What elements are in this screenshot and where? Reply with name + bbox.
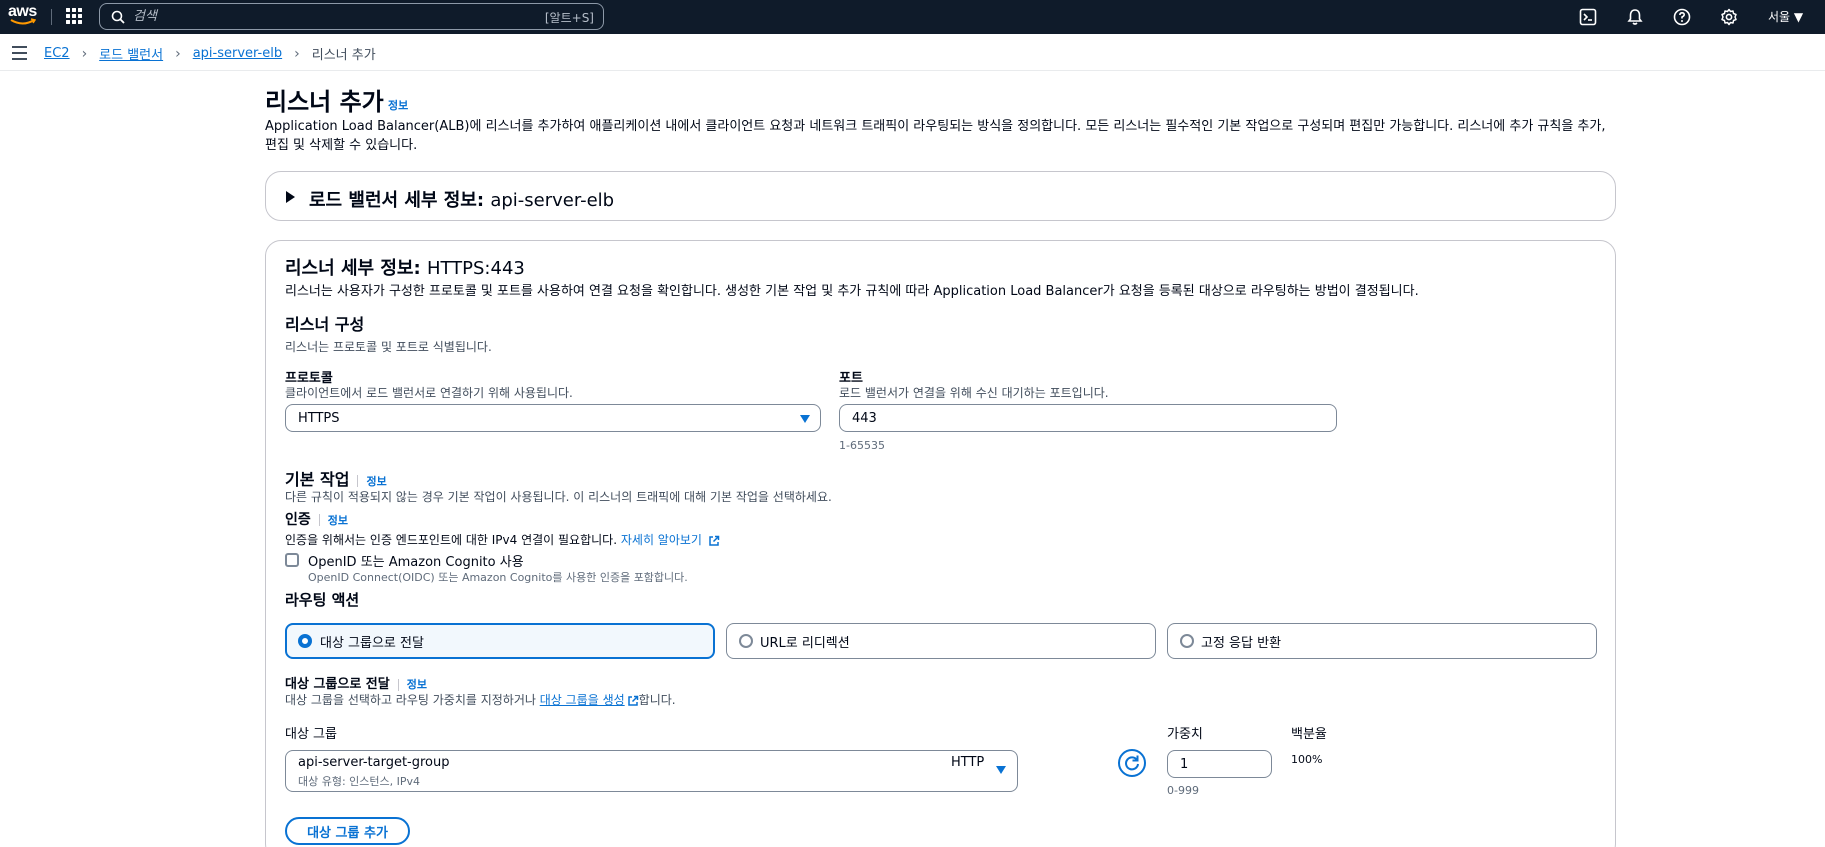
external-link-icon <box>627 695 638 706</box>
target-group-type: 대상 유형: 인스턴스, IPv4 <box>298 775 421 788</box>
auth-desc: 인증을 위해서는 인증 엔드포인트에 대한 IPv4 연결이 필요합니다. 자세… <box>285 531 720 548</box>
routing-option-fixed-response-label: 고정 응답 반환 <box>1201 636 1282 651</box>
divider <box>357 474 359 487</box>
routing-option-redirect-label: URL로 리디렉션 <box>760 636 850 651</box>
routing-option-forward[interactable]: 대상 그룹으로 전달 <box>285 623 715 659</box>
search-box[interactable]: [알트+S] <box>99 3 604 30</box>
chevron-right-icon: › <box>175 45 181 62</box>
auth-heading: 인증 정보 <box>285 509 348 529</box>
chevron-right-icon: › <box>294 45 300 62</box>
listener-details-container: 리스너 세부 정보: HTTPS:443 리스너는 사용자가 구성한 프로토콜 … <box>265 240 1616 847</box>
learn-more-link[interactable]: 자세히 알아보기 <box>621 533 702 547</box>
help-icon[interactable] <box>1672 7 1692 27</box>
radio-selected-icon <box>298 634 312 648</box>
notifications-bell-icon[interactable] <box>1625 7 1645 27</box>
default-action-heading-label: 기본 작업 <box>285 470 350 489</box>
search-input[interactable] <box>133 6 513 27</box>
target-group-protocol: HTTP <box>951 755 985 770</box>
chevron-right-icon: › <box>81 45 88 62</box>
breadcrumb-load-balancers[interactable]: 로드 밸런서 <box>99 44 163 63</box>
breadcrumb-elb-name[interactable]: api-server-elb <box>193 46 282 61</box>
oidc-label[interactable]: OpenID 또는 Amazon Cognito 사용 <box>308 551 524 570</box>
divider <box>318 514 320 526</box>
target-group-name: api-server-target-group <box>298 755 450 770</box>
percent-label: 백분율 <box>1291 727 1327 742</box>
auth-info-link[interactable]: 정보 <box>328 514 348 527</box>
page-title: 리스너 추가 <box>265 88 384 116</box>
default-action-info-link[interactable]: 정보 <box>366 475 386 488</box>
caret-down-icon <box>800 415 810 423</box>
listener-description: 리스너는 사용자가 구성한 프로토콜 및 포트를 사용하여 연결 요청을 확인합… <box>285 284 1419 299</box>
weight-label: 가중치 <box>1167 727 1203 742</box>
breadcrumb-bar: EC2 › 로드 밸런서 › api-server-elb › 리스너 추가 <box>0 34 1825 71</box>
percent-value: 100% <box>1291 753 1323 766</box>
lb-details-name: api-server-elb <box>490 190 615 211</box>
breadcrumb-ec2[interactable]: EC2 <box>44 46 70 61</box>
routing-action-heading: 라우팅 액션 <box>285 591 360 609</box>
listener-config-desc: 리스너는 프로토콜 및 포트로 식별됩니다. <box>285 340 492 354</box>
region-selector[interactable]: 서울 ▼ <box>1768 8 1803 25</box>
routing-option-redirect[interactable]: URL로 리디렉션 <box>726 623 1156 659</box>
refresh-button[interactable] <box>1118 749 1146 777</box>
default-action-desc: 다른 규칙이 적용되지 않는 경우 기본 작업이 사용됩니다. 이 리스너의 트… <box>285 490 832 504</box>
forward-heading-label: 대상 그룹으로 전달 <box>285 677 390 692</box>
routing-option-forward-label: 대상 그룹으로 전달 <box>320 636 424 651</box>
listener-details-heading: 리스너 세부 정보: HTTPS:443 <box>285 254 525 280</box>
listener-details-value: HTTPS:443 <box>426 258 525 279</box>
weight-input[interactable] <box>1167 750 1272 778</box>
oidc-desc: OpenID Connect(OIDC) 또는 Amazon Cognito를 … <box>308 571 688 584</box>
auth-desc-text: 인증을 위해서는 인증 엔드포인트에 대한 IPv4 연결이 필요합니다. <box>285 533 618 547</box>
search-shortcut: [알트+S] <box>544 11 594 25</box>
port-hint: 1-65535 <box>839 439 885 452</box>
breadcrumb: EC2 › 로드 밸런서 › api-server-elb › 리스너 추가 <box>44 44 376 64</box>
lb-details-heading: 로드 밸런서 세부 정보: api-server-elb <box>309 186 614 212</box>
top-navigation: aws [알트+S] 서울 ▼ <box>0 0 1825 34</box>
menu-hamburger-icon[interactable] <box>12 46 28 60</box>
create-target-group-link[interactable]: 대상 그룹을 생성 <box>540 693 625 707</box>
port-input[interactable] <box>839 404 1337 432</box>
nav-divider <box>51 9 52 25</box>
protocol-select[interactable]: HTTPS <box>285 404 821 432</box>
page-description: Application Load Balancer(ALB)에 리스너를 추가하… <box>265 119 1606 153</box>
caret-down-icon <box>996 766 1006 774</box>
port-desc: 로드 밸런서가 연결을 위해 수신 대기하는 포트입니다. <box>839 386 1109 400</box>
routing-option-fixed-response[interactable]: 고정 응답 반환 <box>1167 623 1597 659</box>
auth-heading-label: 인증 <box>285 512 311 528</box>
forward-desc: 대상 그룹을 선택하고 라우팅 가중치를 지정하거나 대상 그룹을 생성 합니다. <box>285 691 676 708</box>
protocol-select-value: HTTPS <box>298 410 340 426</box>
breadcrumb-current: 리스너 추가 <box>311 48 376 63</box>
search-icon <box>111 10 125 24</box>
radio-icon <box>1180 634 1194 648</box>
settings-gear-icon[interactable] <box>1719 7 1739 27</box>
target-group-label: 대상 그룹 <box>285 727 337 742</box>
forward-desc-pre: 대상 그룹을 선택하고 라우팅 가중치를 지정하거나 <box>285 693 540 707</box>
refresh-icon <box>1125 755 1139 771</box>
title-info-link[interactable]: 정보 <box>388 97 408 113</box>
cloudshell-icon[interactable] <box>1578 7 1598 27</box>
aws-logo[interactable]: aws <box>8 4 38 30</box>
add-target-group-button[interactable]: 대상 그룹 추가 <box>285 817 410 845</box>
lb-details-heading-label: 로드 밸런서 세부 정보: <box>309 190 485 211</box>
listener-details-heading-label: 리스너 세부 정보: <box>285 258 421 279</box>
apps-grid-icon[interactable] <box>66 6 82 26</box>
listener-config-heading: 리스너 구성 <box>285 315 365 334</box>
forward-desc-post: 합니다. <box>638 693 676 707</box>
port-field[interactable] <box>852 410 1336 426</box>
forward-heading: 대상 그룹으로 전달 정보 <box>285 673 427 692</box>
forward-info-link[interactable]: 정보 <box>407 678 427 691</box>
caret-right-icon <box>286 191 295 203</box>
oidc-checkbox[interactable] <box>285 553 299 567</box>
target-group-select[interactable]: api-server-target-group 대상 유형: 인스턴스, IPv… <box>285 750 1018 792</box>
weight-field[interactable] <box>1180 756 1271 772</box>
divider <box>397 678 399 691</box>
protocol-desc: 클라이언트에서 로드 밸런서로 연결하기 위해 사용됩니다. <box>285 386 573 400</box>
external-link-icon <box>709 535 720 546</box>
radio-icon <box>739 634 753 648</box>
weight-hint: 0-999 <box>1167 784 1199 797</box>
lb-details-expander[interactable]: 로드 밸런서 세부 정보: api-server-elb <box>265 171 1616 221</box>
default-action-heading: 기본 작업 정보 <box>285 466 387 490</box>
